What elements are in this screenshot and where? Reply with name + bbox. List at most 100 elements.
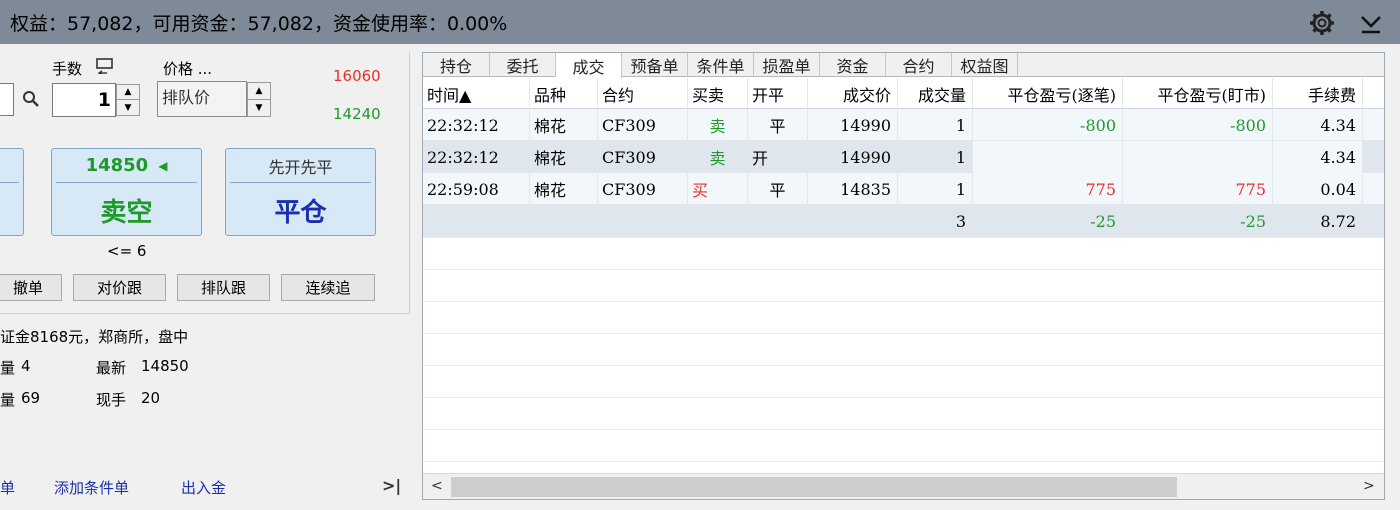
cell-contract: CF309 [598, 141, 688, 173]
col-open-close[interactable]: 开平 [748, 78, 808, 109]
cell-open-close: 开 [748, 141, 808, 173]
tab-bar: 持仓 委托 成交 预备单 条件单 损盈单 资金 合约 权益图 [423, 53, 1384, 78]
cell-pnl-trade [973, 141, 1123, 173]
volume-value: 4 [21, 357, 31, 375]
stepper-down-icon[interactable]: ▼ [117, 100, 139, 115]
continuous-chase-button[interactable]: 连续追 [281, 274, 375, 301]
col-fee[interactable]: 手续费 [1273, 78, 1363, 109]
price-label: 价格 ... [163, 60, 213, 78]
cell-side: 卖 [688, 141, 748, 173]
tab-prepared-orders[interactable]: 预备单 [622, 53, 688, 77]
tab-orders[interactable]: 委托 [490, 53, 556, 77]
table-row[interactable]: 22:59:08 棉花 CF309 买 平 14835 1 775 775 0.… [423, 173, 1384, 205]
table-total-row: 3 -25 -25 8.72 [423, 205, 1384, 237]
account-summary-bar: 权益：57,082，可用资金：57,082，资金使用率：0.00% [0, 0, 1400, 44]
current-lots-value: 20 [141, 389, 161, 407]
upper-limit-price: 16060 [333, 67, 381, 85]
gear-icon[interactable] [1308, 9, 1336, 37]
cell-fee: 4.34 [1273, 141, 1363, 173]
order-panel: 手数 1 ▲ ▼ 价格 ... 排队价 ▲ ▼ 16060 14240 1485… [0, 52, 410, 314]
stepper-up-icon[interactable]: ▲ [248, 83, 270, 100]
sell-short-label: 卖空 [100, 197, 153, 228]
tab-conditional-orders[interactable]: 条件单 [688, 53, 754, 77]
max-lots-hint: <= 6 [107, 242, 147, 260]
col-volume[interactable]: 成交量 [898, 78, 973, 109]
scroll-right-icon[interactable]: > [1363, 478, 1375, 494]
col-close-pnl-trade[interactable]: 平仓盈亏(逐笔) [973, 78, 1123, 109]
total-volume: 3 [898, 205, 973, 237]
volume2-value: 69 [21, 389, 41, 407]
triangle-left-icon: ◀ [158, 158, 168, 173]
buy-button-partial[interactable] [0, 148, 24, 236]
lots-label: 手数 [52, 60, 83, 78]
collapse-panel-icon[interactable]: >| [382, 476, 401, 495]
col-close-pnl-mtm[interactable]: 平仓盈亏(盯市) [1123, 78, 1273, 109]
cell-pnl-trade: 775 [973, 173, 1123, 205]
table-row[interactable]: 22:32:12 棉花 CF309 卖 平 14990 1 -800 -800 … [423, 109, 1384, 141]
funds-transfer-link[interactable]: 出入金 [181, 477, 226, 498]
cell-contract: CF309 [598, 173, 688, 205]
follow-opponent-price-button[interactable]: 对价跟 [73, 274, 166, 301]
sell-price: 14850 [85, 155, 149, 176]
tab-positions[interactable]: 持仓 [423, 53, 490, 77]
follow-queue-price-button[interactable]: 排队跟 [177, 274, 270, 301]
cell-product: 棉花 [530, 141, 598, 173]
total-fee: 8.72 [1273, 205, 1363, 237]
stepper-down-icon[interactable]: ▼ [248, 100, 270, 116]
order-link[interactable]: 单 [0, 477, 15, 498]
cell-product: 棉花 [530, 173, 598, 205]
cell-open-close: 平 [748, 109, 808, 141]
add-conditional-order-link[interactable]: 添加条件单 [54, 477, 129, 498]
lots-input[interactable]: 1 [52, 83, 116, 117]
cell-volume: 1 [898, 173, 973, 205]
cell-time: 22:32:12 [423, 141, 530, 173]
tab-trades[interactable]: 成交 [556, 53, 622, 78]
last-price-value: 14850 [141, 357, 189, 375]
search-icon[interactable] [22, 90, 40, 108]
col-side[interactable]: 买卖 [688, 78, 748, 109]
col-product[interactable]: 品种 [530, 78, 598, 109]
cell-pnl-trade: -800 [973, 109, 1123, 141]
cell-pnl-mtm [1123, 141, 1273, 173]
total-pnl-mtm: -25 [1123, 205, 1273, 237]
scrollbar-thumb[interactable] [451, 477, 1177, 497]
total-pnl-trade: -25 [973, 205, 1123, 237]
price-stepper[interactable]: ▲ ▼ [247, 82, 271, 117]
tab-contracts[interactable]: 合约 [886, 53, 952, 77]
chevron-down-icon[interactable] [1358, 9, 1384, 35]
trade-records-panel: 持仓 委托 成交 预备单 条件单 损盈单 资金 合约 权益图 时间▲ 品种 合约… [422, 52, 1385, 500]
scroll-left-icon[interactable]: < [431, 478, 443, 494]
tab-funds[interactable]: 资金 [820, 53, 886, 77]
price-mode-select[interactable]: 排队价 [157, 81, 247, 117]
close-position-label: 平仓 [274, 197, 327, 228]
volume2-label: 量 [0, 391, 16, 409]
table-header: 时间▲ 品种 合约 买卖 开平 成交价 成交量 平仓盈亏(逐笔) 平仓盈亏(盯市… [423, 78, 1384, 109]
cell-fee: 0.04 [1273, 173, 1363, 205]
table-row[interactable]: 22:32:12 棉花 CF309 卖 开 14990 1 4.34 [423, 141, 1384, 173]
sell-short-button[interactable]: 14850 ◀ 卖空 [51, 148, 202, 236]
cell-time: 22:59:08 [423, 173, 530, 205]
horizontal-scrollbar[interactable]: < > [423, 473, 1384, 499]
cell-side: 买 [688, 173, 748, 205]
account-summary-text: 权益：57,082，可用资金：57,082，资金使用率：0.00% [10, 13, 508, 35]
current-lots-label: 现手 [96, 391, 127, 409]
close-position-button[interactable]: 先开先平 平仓 [225, 148, 376, 236]
margin-info: 证金8168元，郑商所，盘中 [0, 328, 189, 346]
cell-open-close: 平 [748, 173, 808, 205]
col-time[interactable]: 时间▲ [423, 78, 530, 109]
cell-price: 14990 [808, 141, 898, 173]
keyboard-return-icon[interactable] [95, 58, 115, 74]
tab-stop-profit-loss[interactable]: 损盈单 [754, 53, 820, 77]
cancel-order-button[interactable]: 撤单 [0, 274, 62, 301]
tab-equity-chart[interactable]: 权益图 [952, 53, 1018, 77]
partial-input-box[interactable] [0, 83, 14, 116]
stepper-up-icon[interactable]: ▲ [117, 85, 139, 100]
col-contract[interactable]: 合约 [598, 78, 688, 109]
cell-pnl-mtm: -800 [1123, 109, 1273, 141]
cell-time: 22:32:12 [423, 109, 530, 141]
col-price[interactable]: 成交价 [808, 78, 898, 109]
volume-label: 量 [0, 359, 16, 377]
cell-price: 14835 [808, 173, 898, 205]
cell-contract: CF309 [598, 109, 688, 141]
lots-stepper[interactable]: ▲ ▼ [116, 84, 140, 116]
